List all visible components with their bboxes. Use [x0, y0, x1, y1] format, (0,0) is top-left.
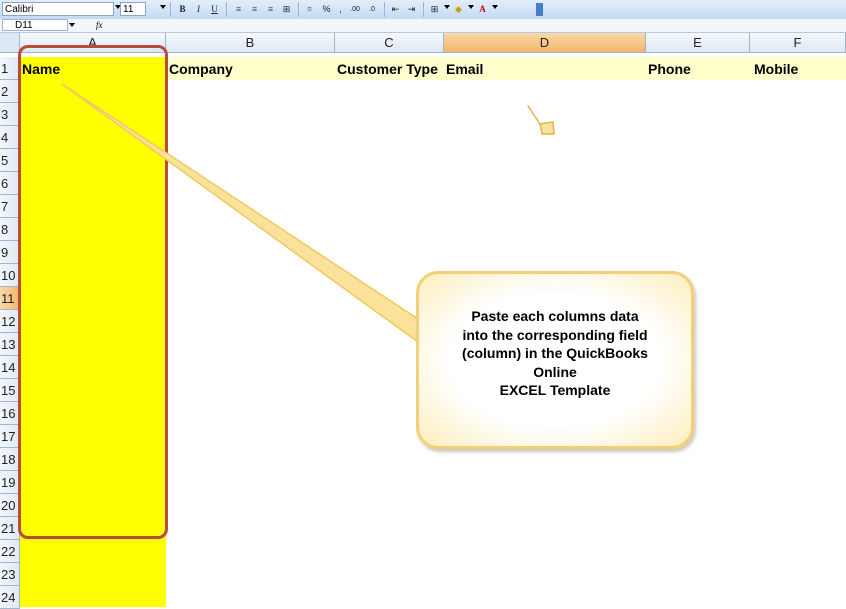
callout-text: Paste each columns data into the corresp…	[419, 307, 691, 400]
callout-line: into the corresponding field	[462, 326, 648, 343]
callout-line: (column) in the QuickBooks	[462, 345, 648, 361]
callout-line: EXCEL Template	[499, 382, 611, 398]
callout-line: Paste each columns data	[471, 308, 639, 324]
callout-box: Paste each columns data into the corresp…	[416, 271, 694, 449]
callout-line: Online	[533, 363, 577, 380]
small-marker-shape	[527, 105, 555, 135]
callout-pointer-shape	[61, 83, 419, 343]
